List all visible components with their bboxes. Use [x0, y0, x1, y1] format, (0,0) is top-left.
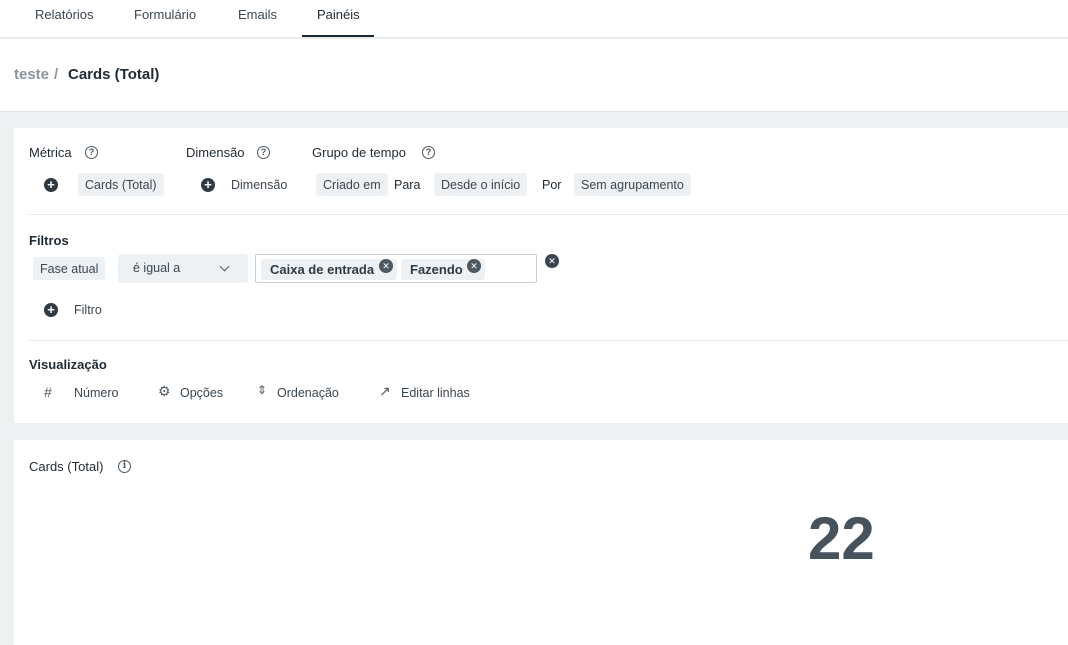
add-filter-icon[interactable]: +	[44, 303, 58, 317]
grouping-chip[interactable]: Sem agrupamento	[574, 173, 691, 196]
viz-options-button[interactable]: ⚙ Opções	[158, 383, 233, 402]
result-value: 22	[808, 505, 875, 572]
page-title: Cards (Total)	[68, 66, 160, 83]
dimension-label: Dimensão	[186, 145, 245, 160]
viz-edit-lines-label: Editar linhas	[401, 386, 470, 400]
dimension-help-icon[interactable]: ?	[257, 146, 270, 159]
metric-label: Métrica	[29, 145, 72, 160]
add-dimension-icon[interactable]: +	[201, 178, 215, 192]
metric-chip[interactable]: Cards (Total)	[78, 173, 164, 196]
time-group-label: Grupo de tempo	[312, 145, 406, 160]
metric-help-icon[interactable]: ?	[85, 146, 98, 159]
section-divider	[29, 340, 1068, 341]
result-title: Cards (Total)	[29, 459, 104, 474]
section-divider	[29, 214, 1068, 215]
trend-icon: ↗	[379, 383, 391, 399]
filter-value-label: Caixa de entrada	[270, 262, 375, 277]
info-icon[interactable]: i	[118, 460, 131, 473]
tab-emails[interactable]: Emails	[238, 0, 277, 38]
time-range-chip[interactable]: Desde o início	[434, 173, 528, 196]
para-label: Para	[394, 178, 421, 192]
filter-value-tag: Caixa de entrada	[261, 259, 397, 280]
por-label: Por	[542, 178, 562, 192]
breadcrumb-parent[interactable]: teste	[14, 66, 49, 83]
chevron-down-icon	[219, 261, 230, 272]
breadcrumb-separator: /	[54, 66, 59, 83]
viz-sort-button[interactable]: ⇕ Ordenação	[257, 383, 352, 402]
filter-operator-value: é igual a	[133, 261, 181, 275]
remove-tag-icon[interactable]: ✕	[379, 258, 393, 273]
top-tab-bar: Relatórios Formulário Emails Painéis	[0, 0, 1068, 38]
filter-value-label: Fazendo	[410, 262, 463, 277]
tab-relatorios[interactable]: Relatórios	[35, 0, 94, 38]
filter-field-chip[interactable]: Fase atual	[33, 257, 106, 280]
result-panel: Cards (Total) i 22	[14, 440, 1068, 645]
tab-formulario[interactable]: Formulário	[134, 0, 196, 38]
add-filter-button[interactable]: Filtro	[74, 303, 102, 317]
viz-number-button[interactable]: # Número	[44, 384, 124, 402]
visualization-label: Visualização	[29, 357, 107, 372]
page-header: teste / Cards (Total)	[0, 39, 1068, 112]
viz-edit-lines-button[interactable]: ↗ Editar linhas	[379, 383, 484, 402]
time-group-help-icon[interactable]: ?	[422, 146, 435, 159]
viz-number-label: Número	[74, 386, 119, 400]
report-config-panel: Métrica ? Dimensão ? Grupo de tempo ? + …	[14, 128, 1068, 423]
hash-icon: #	[44, 384, 52, 400]
remove-filter-icon[interactable]: ✕	[545, 254, 559, 268]
time-field-chip[interactable]: Criado em	[316, 173, 388, 196]
tab-paineis[interactable]: Painéis	[317, 0, 360, 38]
filter-values-input[interactable]: Caixa de entrada ✕ Fazendo ✕	[255, 254, 537, 283]
filters-label: Filtros	[29, 233, 69, 248]
sort-icon: ⇕	[257, 383, 268, 397]
dimension-placeholder[interactable]: Dimensão	[231, 178, 287, 192]
gear-icon: ⚙	[158, 383, 171, 399]
filter-operator-select[interactable]: é igual a	[118, 254, 248, 283]
active-tab-indicator	[302, 35, 374, 37]
viz-sort-label: Ordenação	[277, 386, 339, 400]
viz-options-label: Opções	[180, 386, 224, 400]
add-metric-icon[interactable]: +	[44, 178, 58, 192]
remove-tag-icon[interactable]: ✕	[467, 258, 481, 273]
